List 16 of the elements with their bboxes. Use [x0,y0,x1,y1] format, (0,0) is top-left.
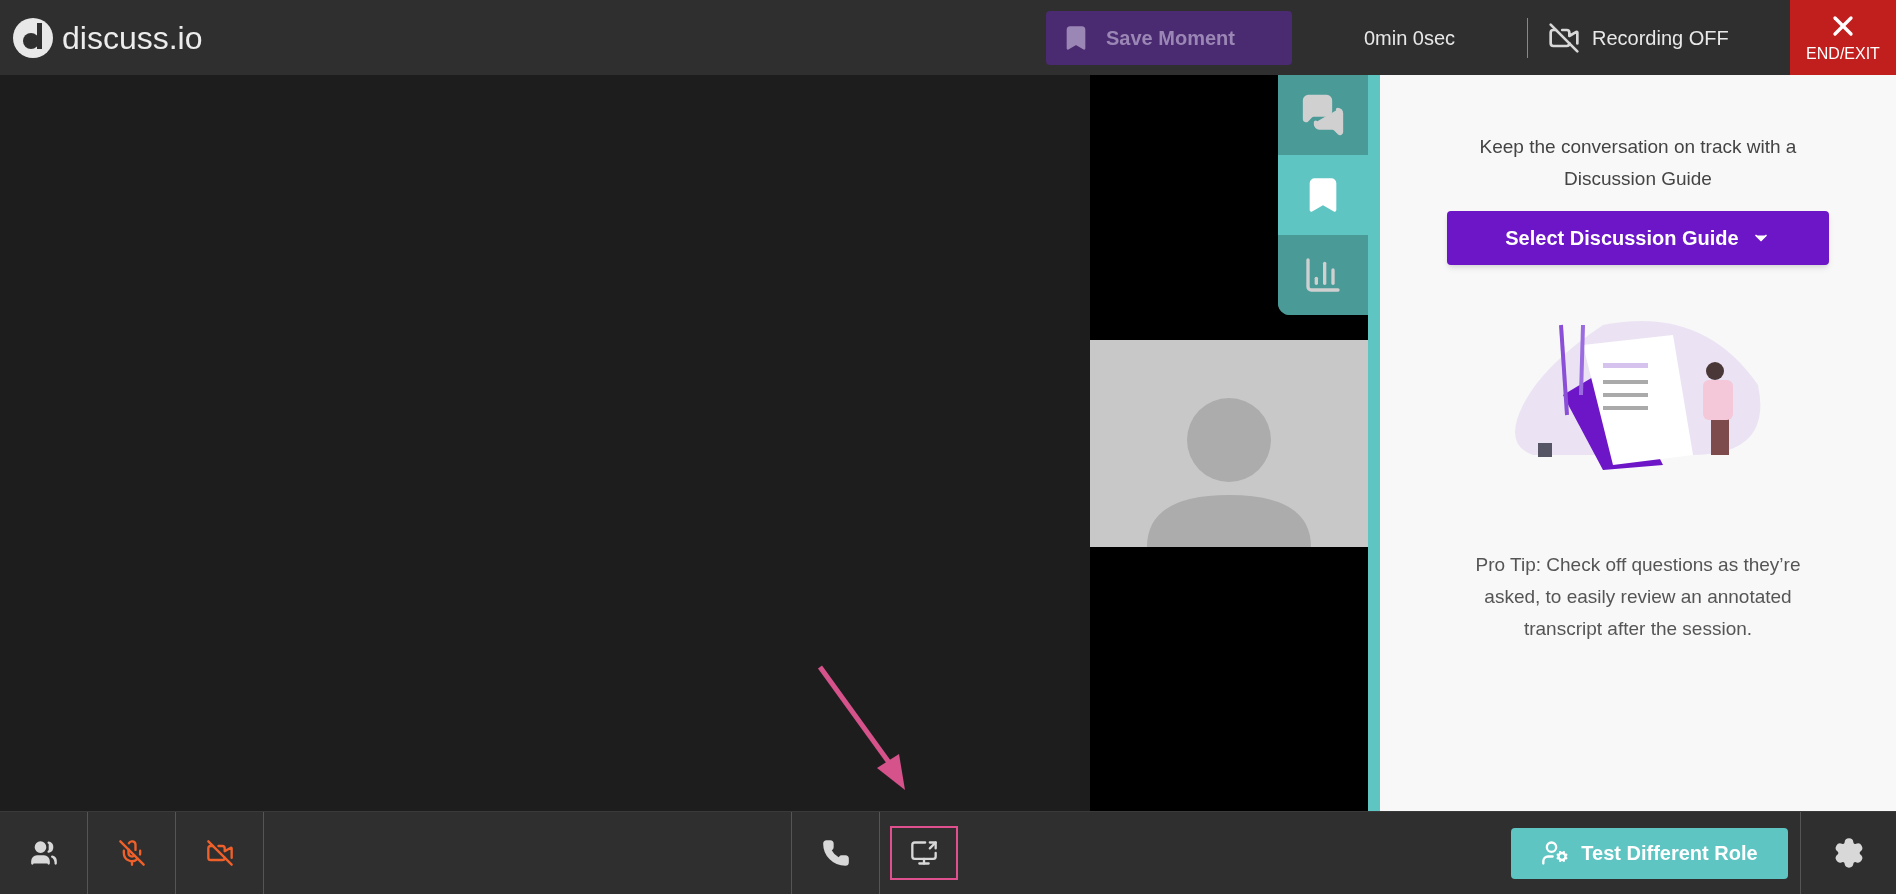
camera-off-icon [205,839,234,867]
guide-heading: Keep the conversation on track with a Discussion Guide [1478,135,1798,191]
logo-icon [12,16,54,59]
recording-status: Recording OFF [1592,25,1729,51]
logo-text: discuss.io [62,18,203,58]
people-icon [29,839,58,867]
session-timer: 0min 0sec [1362,25,1457,51]
recording-off-icon [1548,21,1580,54]
phone-icon [821,839,850,867]
mic-off-icon [117,839,146,867]
switch-user-icon [1541,839,1570,867]
pro-tip-text: Pro Tip: Check off questions as they’re asked, to easily review an annotated transcript after the session. [1474,553,1802,641]
chat-icon [1301,93,1345,137]
select-guide-button[interactable]: Select Discussion Guide [1447,211,1829,265]
end-exit-button[interactable]: END/EXIT [1790,0,1896,75]
screen-share-icon [909,839,938,867]
